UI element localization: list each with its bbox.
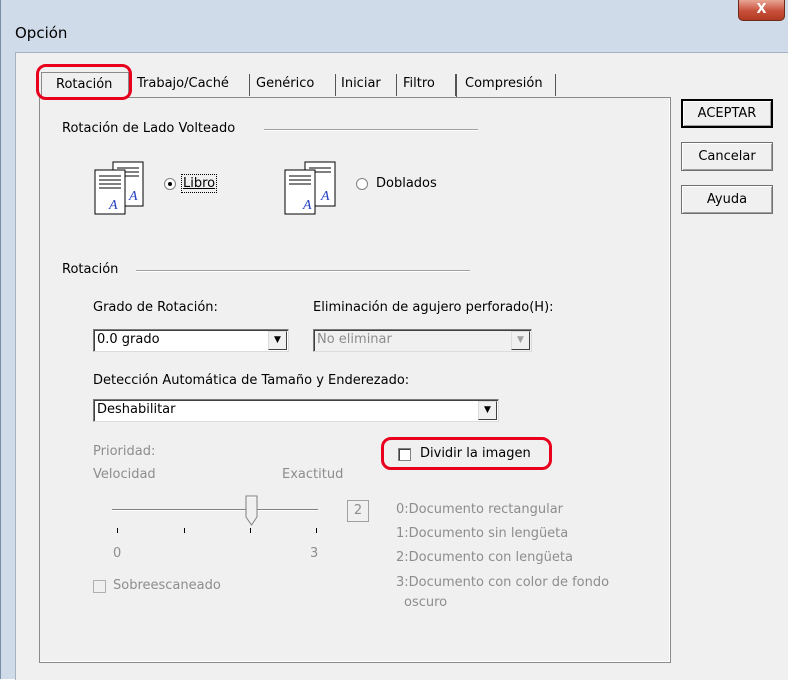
- legend-item: oscuro: [404, 595, 448, 610]
- tab-label: Genérico: [256, 76, 315, 91]
- tab-label: Filtro: [403, 76, 435, 91]
- rotation-degree-select[interactable]: 0.0 grado ▼: [93, 329, 289, 352]
- auto-detect-label: Detección Automática de Tamaño y Enderez…: [93, 373, 410, 388]
- radio-book-text: Libro: [183, 176, 216, 191]
- cancel-button[interactable]: Cancelar: [681, 142, 773, 171]
- overscan-checkbox[interactable]: [93, 580, 106, 593]
- radio-book-label: Libro: [180, 174, 218, 193]
- punch-removal-value: No eliminar: [317, 332, 392, 347]
- priority-label: Prioridad:: [93, 444, 156, 459]
- group-divider: [264, 129, 478, 131]
- group-flip-rotation-label: Rotación de Lado Volteado: [62, 121, 236, 136]
- slider-tick: [117, 528, 118, 533]
- group-divider: [136, 270, 470, 272]
- tab-compresion[interactable]: Compresión: [465, 74, 556, 96]
- tab-label: Iniciar: [341, 76, 381, 91]
- slider-tick: [184, 528, 185, 533]
- legend-item: 1:Documento sin lengüeta: [396, 526, 569, 541]
- chevron-down-icon[interactable]: ▼: [478, 401, 497, 420]
- svg-text:A: A: [108, 198, 118, 213]
- chevron-down-icon[interactable]: ▼: [511, 331, 530, 350]
- slider-tick: [250, 528, 251, 533]
- radio-book[interactable]: [164, 178, 176, 190]
- tab-iniciar[interactable]: Iniciar: [341, 74, 397, 96]
- highlight-split-image: [381, 437, 552, 470]
- auto-detect-select[interactable]: Deshabilitar ▼: [93, 399, 499, 422]
- svg-text:A: A: [302, 198, 312, 213]
- tab-generico[interactable]: Genérico: [256, 74, 336, 96]
- book-document-icon: A A: [94, 161, 144, 215]
- window-title: Opción: [15, 24, 68, 42]
- tab-divider: [456, 74, 457, 97]
- tab-trabajo-cache[interactable]: Trabajo/Caché: [137, 74, 250, 96]
- close-button[interactable]: X: [738, 0, 785, 21]
- speed-label: Velocidad: [93, 467, 156, 482]
- tab-label: Trabajo/Caché: [137, 76, 229, 91]
- legend-item: 2:Documento con lengüeta: [396, 550, 573, 565]
- folded-document-icon: A A: [284, 161, 336, 215]
- tab-label: Compresión: [465, 76, 543, 91]
- highlight-rotation-tab: [36, 64, 132, 100]
- accuracy-label: Exactitud: [282, 467, 344, 482]
- rotation-degree-label: Grado de Rotación:: [93, 300, 218, 315]
- svg-text:A: A: [320, 189, 330, 204]
- group-rotation-label: Rotación: [62, 262, 119, 277]
- help-button[interactable]: Ayuda: [681, 185, 773, 214]
- radio-folded[interactable]: [356, 178, 368, 190]
- punch-removal-label: Eliminación de agujero perforado(H):: [313, 300, 554, 315]
- overscan-label: Sobreescaneado: [113, 578, 221, 593]
- radio-folded-label: Doblados: [376, 176, 437, 191]
- slider-min-label: 0: [113, 546, 122, 561]
- priority-slider-track[interactable]: [112, 509, 318, 511]
- radio-dot: [168, 182, 172, 186]
- ok-button[interactable]: ACEPTAR: [681, 99, 773, 128]
- rotation-degree-value: 0.0 grado: [97, 332, 160, 347]
- legend-item: 0:Documento rectangular: [396, 502, 564, 517]
- priority-slider-thumb[interactable]: [245, 495, 259, 527]
- chevron-down-icon[interactable]: ▼: [268, 331, 287, 350]
- slider-tick: [316, 528, 317, 533]
- punch-removal-select[interactable]: No eliminar ▼: [313, 329, 532, 352]
- legend-item: 3:Documento con color de fondo: [396, 575, 610, 590]
- svg-text:A: A: [128, 189, 138, 204]
- auto-detect-value: Deshabilitar: [97, 402, 176, 417]
- slider-value-box: 2: [347, 500, 369, 522]
- slider-max-label: 3: [310, 546, 319, 561]
- tab-filtro[interactable]: Filtro: [403, 74, 456, 96]
